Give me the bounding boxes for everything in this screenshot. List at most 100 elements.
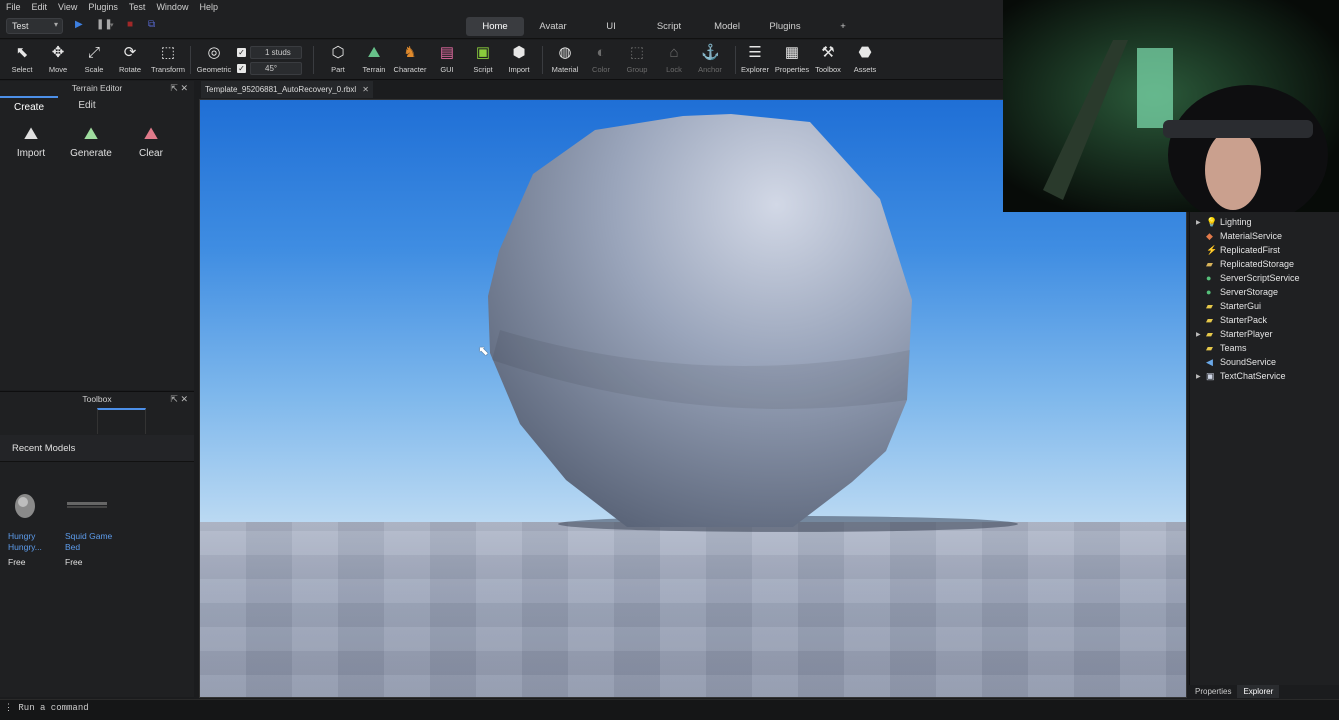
command-bar[interactable]: ⋮ Run a command — [0, 699, 1339, 720]
tab-edit[interactable]: Edit — [58, 96, 116, 116]
gui-button[interactable]: ▤ GUI — [427, 44, 467, 74]
undock-icon[interactable]: ⇱ — [170, 83, 178, 93]
transform-tool-button[interactable]: ⬚ Transform — [148, 44, 188, 74]
explorer-item-lighting[interactable]: ▶ 💡 Lighting — [1196, 215, 1252, 229]
select-tool-button[interactable]: ⬉ Select — [2, 44, 42, 74]
move-tool-button[interactable]: ✥ Move — [38, 44, 78, 74]
rotate-tool-button[interactable]: ⟳ Rotate — [110, 44, 150, 74]
roblox-studio-window: File Edit View Plugins Test Window Help … — [0, 0, 1339, 720]
character-icon: ♞ — [403, 44, 417, 61]
material-button[interactable]: ◍ Material — [545, 44, 585, 74]
explorer-item-starterpack[interactable]: ▰ StarterPack — [1196, 313, 1267, 327]
explorer-item-startergui[interactable]: ▰ StarterGui — [1196, 299, 1261, 313]
menu-test[interactable]: Test — [129, 2, 146, 12]
assets-button[interactable]: ⬣ Assets — [845, 44, 885, 74]
menu-window[interactable]: Window — [156, 2, 188, 12]
menu-help[interactable]: Help — [199, 2, 218, 12]
explorer-item-starterplayer[interactable]: ▶ ▰ StarterPlayer — [1196, 327, 1273, 341]
explorer-item-label: ReplicatedFirst — [1220, 245, 1281, 255]
tab-script[interactable]: Script — [640, 17, 698, 36]
terrain-generate-button[interactable]: ⛰ Generate — [62, 125, 120, 160]
color-button[interactable]: ◐ Color — [581, 44, 621, 74]
explorer-item-soundservice[interactable]: ◀ SoundService — [1196, 355, 1276, 369]
toolbar-divider — [313, 46, 314, 74]
recent-models-header[interactable]: Recent Models — [0, 435, 194, 462]
character-button[interactable]: ♞ Character — [390, 44, 430, 74]
toolbox-button[interactable]: ⚒ Toolbox — [808, 44, 848, 74]
explorer-panel: ▶ 💡 Lighting ◆ MaterialService ⚡ ReplicatedF… — [1189, 212, 1339, 685]
mouse-cursor-icon: ⬉ — [478, 343, 489, 358]
explorer-item-serverscriptservice[interactable]: ● ServerScriptService — [1196, 271, 1300, 285]
stop-icon[interactable]: ■ — [127, 19, 133, 30]
scale-tool-button[interactable]: ⤢ Scale — [74, 44, 114, 74]
rotate-snap-checkbox[interactable]: ✓ — [237, 64, 246, 73]
menu-plugins[interactable]: Plugins — [88, 2, 118, 12]
move-snap-checkbox[interactable]: ✓ — [237, 48, 246, 57]
geometric-mode-button[interactable]: ◎ Geometric — [194, 44, 234, 74]
close-icon[interactable]: ✕ — [180, 394, 188, 404]
explorer-item-teams[interactable]: ▰ Teams — [1196, 341, 1247, 355]
toolbox-tab-selected[interactable] — [97, 408, 146, 434]
server-storage-icon: ● — [1206, 287, 1212, 297]
part-button[interactable]: ⬡ Part — [318, 44, 358, 74]
explorer-item-label: Lighting — [1220, 217, 1252, 227]
explorer-item-materialservice[interactable]: ◆ MaterialService — [1196, 229, 1282, 243]
part-label: Part — [331, 65, 345, 74]
explorer-item-replicatedstorage[interactable]: ▰ ReplicatedStorage — [1196, 257, 1294, 271]
model-card[interactable]: Hungry Hungry... Free — [8, 488, 63, 567]
undock-icon[interactable]: ⇱ — [170, 394, 178, 404]
tab-avatar[interactable]: Avatar — [524, 17, 582, 36]
transform-icon: ⬚ — [160, 44, 176, 61]
explorer-item-replicatedfirst[interactable]: ⚡ ReplicatedFirst — [1196, 243, 1280, 257]
expand-arrow-icon[interactable]: ▶ — [1196, 219, 1206, 226]
terrain-button[interactable]: ⛰ Terrain — [354, 44, 394, 74]
terrain-import-button[interactable]: ⛰ Import — [2, 125, 60, 160]
expand-arrow-icon[interactable]: ▶ — [1196, 373, 1206, 380]
close-icon[interactable]: ✕ — [362, 85, 369, 94]
cube-icon: ⬡ — [331, 44, 345, 61]
explorer-label: Explorer — [741, 65, 769, 74]
test-mode-select[interactable]: Test ▾ — [6, 18, 63, 34]
terrain-editor-header: Terrain Editor ⇱ ✕ — [0, 81, 194, 96]
play-options-chevron-icon[interactable]: ▾ — [110, 21, 114, 29]
anchor-button[interactable]: ⚓ Anchor — [690, 44, 730, 74]
model-name[interactable]: Hungry Hungry... — [8, 531, 63, 553]
import-button[interactable]: ⬢ Import — [499, 44, 539, 74]
replicated-first-icon: ⚡ — [1206, 244, 1218, 255]
explorer-button[interactable]: ☰ Explorer — [735, 44, 775, 74]
explorer-item-label: Teams — [1220, 343, 1247, 353]
tab-explorer[interactable]: Explorer — [1237, 685, 1280, 698]
tab-plugins[interactable]: Plugins — [756, 17, 814, 36]
explorer-icon: ☰ — [748, 44, 762, 61]
properties-button[interactable]: ▦ Properties — [772, 44, 812, 74]
model-thumbnail — [15, 494, 35, 518]
terrain-clear-button[interactable]: ⛰ Clear — [122, 125, 180, 160]
play-icon[interactable]: ▶ — [75, 19, 83, 30]
tab-add[interactable]: + — [814, 17, 872, 36]
explorer-item-serverstorage[interactable]: ● ServerStorage — [1196, 285, 1278, 299]
tab-model[interactable]: Model — [698, 17, 756, 36]
menu-file[interactable]: File — [6, 2, 21, 12]
move-snap-input[interactable]: 1 studs — [250, 46, 302, 59]
model-name[interactable]: Squid Game Bed — [65, 531, 120, 553]
script-label: Script — [473, 65, 493, 74]
group-button[interactable]: ⬚ Group — [617, 44, 657, 74]
close-icon[interactable]: ✕ — [180, 83, 188, 93]
explorer-item-textchatservice[interactable]: ▶ ▣ TextChatService — [1196, 369, 1286, 383]
client-server-icon[interactable]: ⧉ — [148, 19, 155, 30]
lock-label: Lock — [666, 65, 682, 74]
menu-edit[interactable]: Edit — [32, 2, 48, 12]
document-tab[interactable]: Template_95206881_AutoRecovery_0.rbxl ✕ — [201, 81, 373, 98]
lock-button[interactable]: ⌂ Lock — [654, 44, 694, 74]
expand-arrow-icon[interactable]: ▶ — [1196, 331, 1206, 338]
tab-create[interactable]: Create — [0, 96, 58, 116]
explorer-item-label: SoundService — [1220, 357, 1277, 367]
menu-view[interactable]: View — [58, 2, 77, 12]
tab-ui[interactable]: UI — [582, 17, 640, 36]
folder-icon: ▰ — [1206, 328, 1213, 339]
tab-properties[interactable]: Properties — [1189, 685, 1237, 698]
tab-home[interactable]: Home — [466, 17, 524, 36]
model-card[interactable]: Squid Game Bed Free — [65, 488, 120, 567]
script-button[interactable]: ▣ Script — [463, 44, 503, 74]
rotate-snap-input[interactable]: 45° — [250, 62, 302, 75]
